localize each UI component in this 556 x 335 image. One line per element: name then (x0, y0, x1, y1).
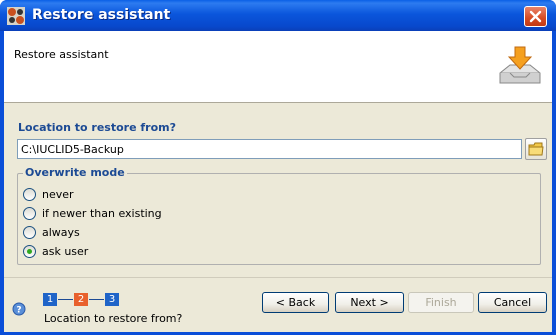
radio-label: ask user (42, 244, 89, 258)
radio-if-newer[interactable]: if newer than existing (23, 205, 162, 221)
title-bar[interactable]: Restore assistant (0, 0, 556, 31)
step-connector (89, 299, 104, 300)
cancel-button[interactable]: Cancel (478, 292, 547, 313)
wizard-header: Restore assistant (4, 31, 552, 103)
close-button[interactable] (524, 6, 547, 27)
radio-always[interactable]: always (23, 224, 80, 240)
finish-button: Finish (408, 292, 474, 313)
help-icon[interactable]: ? (12, 302, 26, 316)
header-title: Restore assistant (14, 48, 109, 61)
radio-label: never (42, 187, 74, 201)
window-title: Restore assistant (32, 7, 171, 23)
radio-never[interactable]: never (23, 186, 74, 202)
radio-button[interactable] (23, 206, 36, 220)
folder-icon (528, 142, 544, 156)
radio-button[interactable] (23, 225, 36, 239)
location-label: Location to restore from? (18, 121, 176, 134)
radio-ask-user[interactable]: ask user (23, 243, 88, 259)
close-icon (529, 10, 542, 23)
dialog-body: Restore assistant Location to restore fr… (4, 31, 552, 332)
step-3: 3 (105, 293, 119, 306)
footer-divider (4, 277, 552, 278)
overwrite-mode-legend: Overwrite mode (23, 166, 127, 179)
step-connector (58, 299, 73, 300)
radio-button-selected[interactable] (23, 244, 36, 258)
app-logo-icon (7, 7, 25, 25)
browse-button[interactable] (525, 138, 547, 160)
back-button[interactable]: < Back (262, 292, 329, 313)
restore-inbox-icon (499, 46, 541, 84)
step-2-current: 2 (74, 293, 88, 306)
radio-label: if newer than existing (42, 206, 162, 220)
radio-button[interactable] (23, 187, 36, 201)
step-1: 1 (43, 293, 57, 306)
next-button[interactable]: Next > (335, 292, 404, 313)
location-input[interactable] (17, 139, 522, 159)
step-caption: Location to restore from? (44, 312, 183, 325)
restore-assistant-window: Restore assistant Restore assistant Loca… (0, 0, 556, 335)
radio-label: always (42, 225, 80, 239)
svg-text:?: ? (16, 306, 21, 316)
